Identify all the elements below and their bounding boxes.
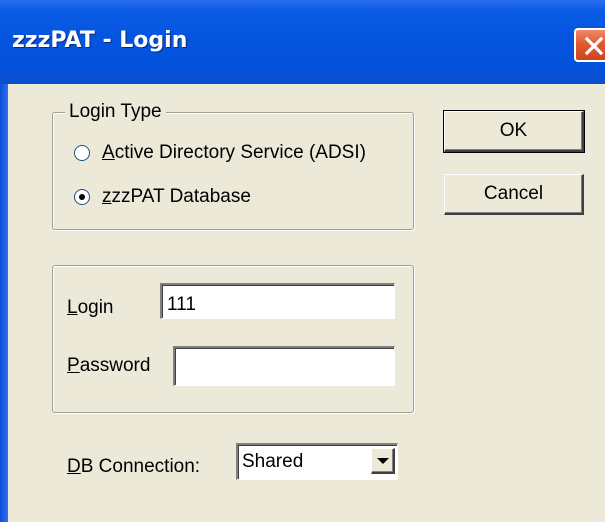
radio-adsi[interactable]: Active Directory Service (ADSI): [74, 142, 366, 164]
window-frame-left: [0, 84, 8, 522]
radio-adsi-label[interactable]: Active Directory Service (ADSI): [102, 142, 366, 164]
login-type-group: Login Type: [52, 101, 414, 230]
db-connection-value: Shared: [242, 451, 304, 472]
ok-button[interactable]: OK: [443, 110, 585, 153]
title-bar[interactable]: zzzPAT - Login: [0, 0, 605, 84]
db-connection-label: DB Connection:: [67, 456, 201, 477]
password-label: Password: [67, 355, 151, 376]
radio-adsi-button[interactable]: [74, 145, 90, 161]
chevron-down-icon[interactable]: [371, 448, 395, 474]
cancel-button[interactable]: Cancel: [444, 174, 584, 215]
cancel-button-label: Cancel: [483, 183, 544, 204]
ok-button-label: OK: [499, 120, 528, 141]
radio-zzzpat-database-button[interactable]: [74, 189, 90, 205]
login-input[interactable]: [160, 283, 395, 319]
radio-zzzpat-database-label[interactable]: zzzPAT Database: [102, 186, 251, 208]
db-connection-select[interactable]: Shared: [236, 443, 398, 480]
login-label: Login: [67, 297, 114, 318]
close-button[interactable]: [574, 28, 605, 62]
radio-zzzpat-database[interactable]: zzzPAT Database: [74, 186, 251, 208]
password-input[interactable]: [173, 346, 395, 386]
window-title: zzzPAT - Login: [12, 28, 188, 53]
close-icon: [584, 36, 604, 56]
login-type-group-label: Login Type: [65, 101, 166, 123]
